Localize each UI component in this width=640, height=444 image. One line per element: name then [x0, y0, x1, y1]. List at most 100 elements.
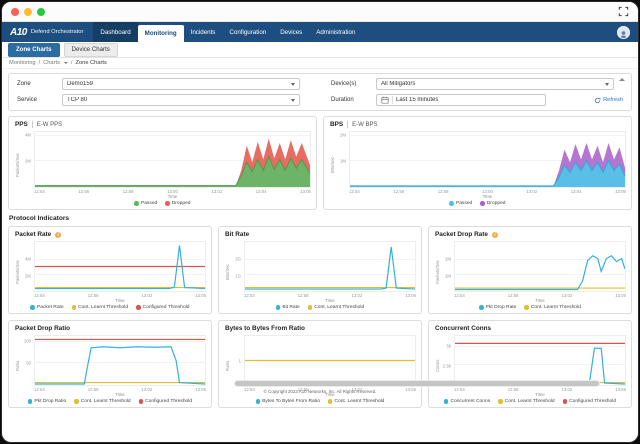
chart-title: Packet Rate [15, 231, 51, 238]
nav-item-monitoring[interactable]: Monitoring [138, 25, 184, 42]
service-value: TCP 80 [67, 97, 288, 103]
nav-item-administration[interactable]: Administration [309, 22, 362, 42]
info-icon[interactable]: i [492, 232, 498, 238]
minimize-window-button[interactable] [24, 8, 32, 16]
legend-dot [449, 201, 454, 206]
legend-label: Bit Rate [282, 305, 299, 310]
legend-item[interactable]: Configured Threshold [563, 399, 616, 404]
chart-body: Packets/Sec4M2M12:5412:5612:5813:0013:02… [14, 131, 311, 199]
chart-subtitle: E-W BPS [352, 122, 377, 128]
legend-item[interactable]: Cont. Learnt Threshold [74, 399, 130, 404]
zone-select[interactable]: Demo159 [62, 78, 300, 90]
nav-item-dashboard[interactable]: Dashboard [93, 22, 137, 42]
y-tick-label: 2.5k [443, 363, 451, 368]
breadcrumb-item-charts[interactable]: Charts [43, 60, 60, 66]
chart-legend: Passed Dropped [14, 199, 311, 207]
y-tick-label: 2M [25, 158, 31, 163]
legend-item[interactable]: Packet Rate [30, 305, 63, 310]
legend-item[interactable]: Cont. Learnt Threshold [328, 399, 384, 404]
chart-legend: Passed Dropped [329, 199, 626, 207]
chart-title: Bit Rate [225, 231, 249, 238]
service-select[interactable]: TCP 80 [62, 94, 300, 106]
legend-dot [72, 305, 77, 310]
legend-item[interactable]: Cont. Learnt Threshold [524, 305, 580, 310]
legend-dot [479, 305, 484, 310]
refresh-label: Refresh [603, 97, 623, 103]
user-avatar[interactable] [617, 26, 630, 39]
y-tick-label: 4M [25, 257, 31, 262]
y-axis-ticks: 4M2M [21, 131, 34, 188]
chart-plot [349, 131, 626, 188]
fullscreen-icon[interactable] [618, 6, 629, 17]
tab-zone-charts[interactable]: Zone Charts [8, 43, 60, 57]
legend-item[interactable]: Pkt Drop Ratio [28, 399, 66, 404]
chart-header: Bit Rate [224, 230, 416, 241]
legend-dot [444, 399, 449, 404]
chart-body: Conns5k2.5k12:5412:5813:0213:06Time [434, 335, 626, 397]
legend-item[interactable]: Bit Rate [276, 305, 300, 310]
chevron-down-icon [291, 99, 295, 102]
legend-item[interactable]: Passed [449, 201, 472, 206]
y-tick-label: 1M [340, 158, 346, 163]
top-navbar: A10 Defend Orchestrator Dashboard Monito… [2, 22, 638, 42]
y-axis-label: Packets/Sec [434, 241, 441, 303]
y-axis-label: Conns [434, 335, 441, 397]
chevron-down-icon[interactable] [64, 62, 68, 64]
title-divider [32, 121, 33, 128]
tab-device-charts[interactable]: Device Charts [64, 43, 118, 57]
chart-title: BPS [330, 121, 343, 128]
legend-item[interactable]: Pkt Drop Rate [479, 305, 516, 310]
legend-dot [256, 399, 261, 404]
chart-title: Bytes to Bytes From Ratio [225, 325, 305, 332]
info-icon[interactable]: i [55, 232, 61, 238]
legend-dot [30, 305, 35, 310]
browser-window: A10 Defend Orchestrator Dashboard Monito… [1, 1, 639, 443]
legend-item[interactable]: Cont. Learnt Threshold [308, 305, 364, 310]
legend-item[interactable]: Configured Threshold [136, 305, 189, 310]
refresh-icon [594, 97, 601, 104]
horizontal-scrollbar[interactable] [235, 381, 599, 386]
chart-body: Packets/Sec2M1M12:5412:5813:0213:06Time [434, 241, 626, 303]
service-field: Service TCP 80 [17, 94, 309, 106]
y-tick-label: 1 [239, 358, 241, 363]
nav-item-devices[interactable]: Devices [273, 22, 309, 42]
legend-item[interactable]: Cont. Learnt Threshold [72, 305, 128, 310]
breadcrumb: Monitoring / Charts / Zone Charts [2, 58, 638, 69]
nav-item-configuration[interactable]: Configuration [222, 22, 273, 42]
series-pkt-drop-ratio [35, 347, 205, 384]
legend-dot [524, 305, 529, 310]
duration-picker[interactable]: Last 15 minutes [376, 94, 546, 106]
devices-field: Device(s) All Mitigators [331, 78, 623, 90]
legend-dot [136, 305, 141, 310]
a10-logo: A10 [10, 27, 27, 38]
duration-field: Duration Last 15 minutes Refresh [331, 94, 623, 106]
legend-item[interactable]: Cont. Learnt Threshold [498, 399, 554, 404]
nav-item-incidents[interactable]: Incidents [184, 22, 223, 42]
legend-item[interactable]: Dropped [165, 201, 190, 206]
chart-legend: Concurrent Conns Cont. Learnt Threshold Co… [434, 397, 626, 405]
legend-label: Cont. Learnt Threshold [314, 305, 364, 310]
collapse-filters-icon[interactable] [619, 78, 625, 81]
zone-value: Demo159 [67, 81, 288, 87]
chart-title: Packet Drop Ratio [15, 325, 70, 332]
legend-item[interactable]: Passed [134, 201, 157, 206]
chart-body: Ratio1005012:5412:5813:0213:06Time [14, 335, 206, 397]
devices-select[interactable]: All Mitigators [376, 78, 614, 90]
legend-item[interactable]: Bytes To Bytes From Ratio [256, 399, 320, 404]
legend-item[interactable]: Dropped [480, 201, 505, 206]
legend-dot [498, 399, 503, 404]
duration-label: Duration [331, 97, 371, 103]
legend-item[interactable]: Configured Threshold [139, 399, 192, 404]
breadcrumb-item-monitoring[interactable]: Monitoring [9, 60, 36, 66]
legend-label: Dropped [172, 201, 191, 206]
chart-plot [244, 335, 416, 386]
y-tick-label: 1G [235, 273, 241, 278]
legend-item[interactable]: Concurrent Conns [444, 399, 490, 404]
refresh-button[interactable]: Refresh [594, 97, 623, 104]
zoom-window-button[interactable] [37, 8, 45, 16]
chart-plot [34, 335, 206, 386]
y-axis-label: Bits/Sec [224, 241, 231, 303]
legend-dot [563, 399, 568, 404]
close-window-button[interactable] [11, 8, 19, 16]
zone-label: Zone [17, 81, 57, 87]
